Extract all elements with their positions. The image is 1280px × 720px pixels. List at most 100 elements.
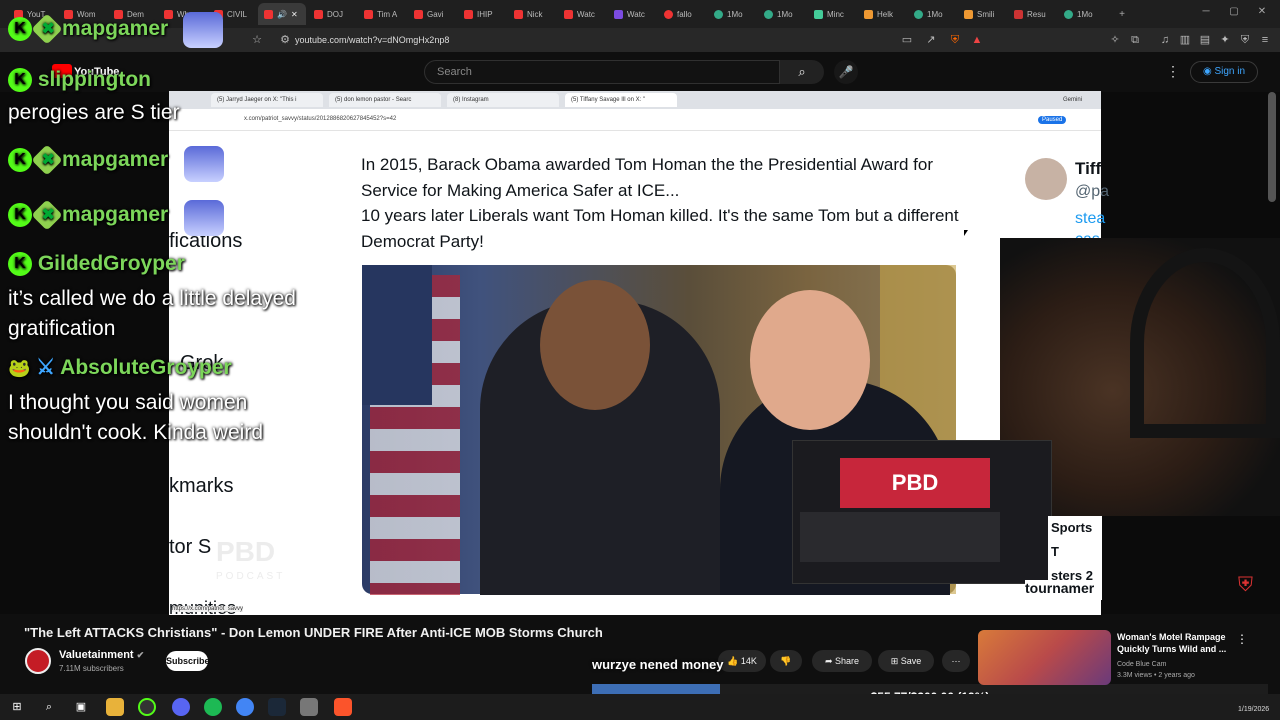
brave-shield-icon[interactable]: ⛨ [948,33,962,47]
globe-icon [764,9,773,19]
windows-start-icon[interactable]: ⊞ [8,698,26,716]
taskbar-search-icon[interactable]: ⌕ [40,698,58,716]
sword-badge-icon: ⚔ [36,356,56,379]
taskbar-date: 1/19/2026 [1238,706,1270,713]
inner-tab: (5) Jarryd Jaeger on X: "This i [211,93,323,107]
file-explorer-icon[interactable] [106,698,124,716]
browser-tab[interactable]: IHIP [458,3,506,25]
rewards-icon[interactable]: ▲ [970,33,984,47]
brave-icon[interactable] [334,698,352,716]
vpn-icon[interactable]: ⛨ [1238,33,1252,47]
speaker-icon[interactable]: 🔊 [277,10,287,19]
page-scrollbar[interactable] [1268,92,1276,202]
subscribe-button[interactable]: Subscribe [166,651,210,671]
globe-icon [1064,9,1073,19]
recommended-meta: Code Blue Cam 3.3M views • 2 years ago [1117,659,1195,681]
voice-search-button[interactable]: 🎤 [834,60,858,84]
subscriber-count: 7.11M subscribers [59,664,124,673]
browser-tab[interactable]: 1Mo [908,3,956,25]
leo-icon[interactable]: ✦ [1218,33,1232,47]
gift-badge-icon: ✚ [31,144,63,177]
pbd-watermark-sub: PODCAST [216,571,286,582]
browser-tab[interactable]: Smili [958,3,1006,25]
browser-tab[interactable]: 1Mo [1058,3,1106,25]
browser-tab[interactable]: Tim A [358,3,406,25]
pbd-desk [800,512,1000,562]
more-options-icon[interactable]: ⋮ [1166,63,1180,80]
chat-message: K ✚ mapgamer [8,144,168,177]
globe-icon [714,9,723,19]
wallet-icon[interactable]: ▤ [1198,33,1212,47]
task-view-icon[interactable]: ▣ [72,698,90,716]
profile-avatar [1025,158,1067,200]
channel-avatar[interactable] [25,648,51,674]
more-actions-button[interactable]: ⋯ [942,650,970,672]
browser-tab[interactable]: Gavi [408,3,456,25]
discord-icon[interactable] [172,698,190,716]
browser-tab[interactable]: Nick [508,3,556,25]
kick-badge-icon: K [8,148,32,173]
recommended-thumbnail[interactable] [978,630,1111,685]
minimize-icon[interactable]: ─ [1192,6,1220,17]
yahoo-icon [664,9,673,19]
browser-tab[interactable]: 1Mo [708,3,756,25]
new-tab-icon[interactable]: + [1108,9,1136,20]
browser-tab[interactable]: Minc [808,3,856,25]
share-button[interactable]: ➦ Share [812,650,872,672]
obs-icon[interactable] [138,698,156,716]
anime-emote-icon [184,200,224,236]
frog-badge-icon: 🐸 [8,358,31,378]
browser-tab[interactable]: fallo [658,3,706,25]
search-button[interactable]: ⌕ [780,60,824,84]
chat-message-text: I thought you said women shouldn't cook.… [8,391,263,444]
kick-badge-icon: K [8,203,32,228]
browser-tab[interactable]: 1Mo [758,3,806,25]
thumbs-up-icon: 👍 [727,656,739,666]
youtube-icon [564,9,573,19]
media-icon[interactable]: ♫ [1158,33,1172,47]
browser-tab[interactable]: Watc [558,3,606,25]
site-info-icon[interactable]: ⚙ [278,33,292,47]
cast-icon[interactable]: ▭ [900,33,914,47]
youtube-icon [364,9,373,19]
share-icon[interactable]: ↗ [924,33,938,47]
menu-icon[interactable]: ≡ [1258,33,1272,47]
trending-tournament: tournamer [1025,580,1095,596]
sidebar-icon[interactable]: ▥ [1178,33,1192,47]
dislike-button[interactable]: 👎 [770,650,802,672]
channel-name[interactable]: Valuetainment ✔ [59,649,144,661]
url-text: youtube.com/watch?v=dNOmgHx2np8 [295,35,450,45]
recommended-title[interactable]: Woman's Motel Rampage Quickly Turns Wild… [1117,631,1237,655]
chat-message: K slippington [8,68,151,93]
like-button[interactable]: 👍 14K [718,650,766,672]
inner-nav-creator: tor S [169,536,212,558]
chrome-icon[interactable] [236,698,254,716]
maximize-icon[interactable]: ▢ [1220,6,1248,17]
spotify-icon[interactable] [204,698,222,716]
anime-emote-icon [183,12,223,48]
browser-tab[interactable]: DOJ [308,3,356,25]
steam-icon[interactable] [268,698,286,716]
browser-tab[interactable]: Watc [608,3,656,25]
close-icon[interactable]: ✕ [291,10,298,19]
bookmark-icon[interactable]: ☆ [250,33,264,47]
extensions-icon[interactable]: ✧ [1108,33,1122,47]
app-icon [964,9,973,19]
url-field[interactable]: youtube.com/watch?v=dNOmgHx2np8 [275,32,995,48]
inner-tab-active: (5) Tiffany Savage Ill on X: " [565,93,677,107]
browser-tab[interactable]: Resu [1008,3,1056,25]
window-close-icon[interactable]: ✕ [1248,6,1276,17]
browser-tab-active[interactable]: 🔊 ✕ [258,3,306,25]
recommended-menu-icon[interactable]: ⋮ [1236,632,1248,646]
save-icon: ⊞ [890,656,899,666]
sign-in-button[interactable]: ◉ Sign in [1190,61,1258,83]
browser-tab[interactable]: Helk [858,3,906,25]
screenshot-icon[interactable]: ⧉ [1128,33,1142,47]
headphones [1130,248,1280,438]
gift-badge-icon: ✚ [31,13,63,46]
chat-message-text: it’s called we do a little delayed grati… [8,287,296,340]
search-input[interactable]: Search [424,60,780,84]
app-icon[interactable] [300,698,318,716]
paused-badge: Paused [1038,116,1067,124]
save-button[interactable]: ⊞ Save [878,650,934,672]
